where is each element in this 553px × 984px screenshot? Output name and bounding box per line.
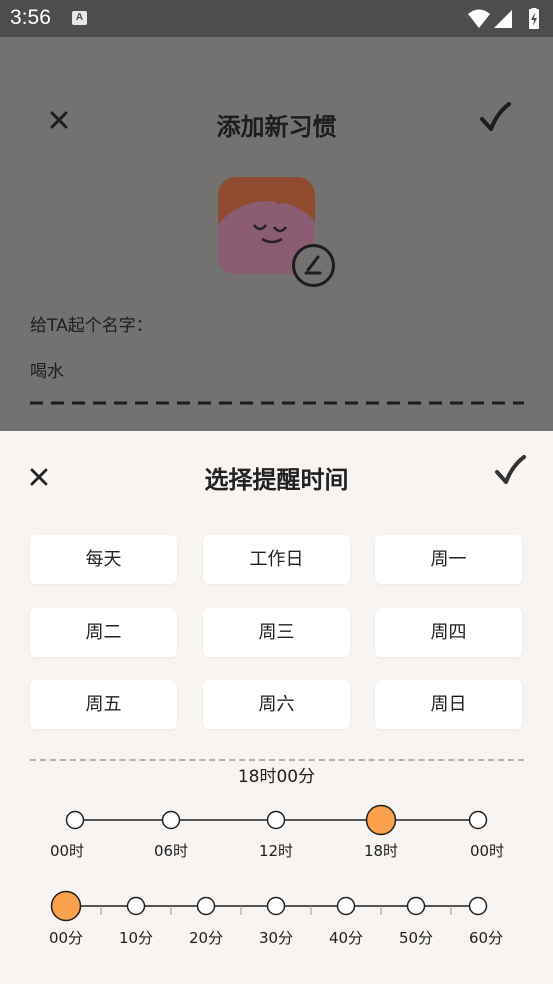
hour-label: 00时 [49, 842, 85, 860]
day-option-thursday[interactable]: 周四 [375, 608, 522, 657]
day-option-wednesday[interactable]: 周三 [203, 608, 350, 657]
check-icon[interactable] [478, 101, 512, 135]
minute-stop-4[interactable] [336, 896, 356, 916]
minute-slider[interactable] [0, 889, 553, 925]
day-option-saturday[interactable]: 周六 [203, 680, 350, 729]
signal-icon [494, 10, 512, 28]
wifi-icon [468, 9, 490, 28]
hour-stop-2[interactable] [266, 810, 286, 830]
day-option-sunday[interactable]: 周日 [375, 680, 522, 729]
minute-stop-2[interactable] [196, 896, 216, 916]
minute-label: 40分 [328, 929, 364, 947]
minute-label: 10分 [118, 929, 154, 947]
status-bar: 3:56 A [0, 0, 553, 37]
hour-stop-4[interactable] [468, 810, 488, 830]
day-option-everyday[interactable]: 每天 [30, 535, 177, 584]
battery-charging-icon [529, 8, 539, 29]
hour-label: 06时 [153, 842, 189, 860]
day-option-tuesday[interactable]: 周二 [30, 608, 177, 657]
minute-label: 30分 [258, 929, 294, 947]
name-underline [30, 401, 524, 405]
name-input[interactable]: 喝水 [30, 357, 64, 382]
page-title: 添加新习惯 [216, 113, 337, 141]
hour-label: 00时 [469, 842, 505, 860]
hour-label: 18时 [363, 842, 399, 860]
minute-stop-5[interactable] [406, 896, 426, 916]
status-icons [468, 8, 539, 29]
minute-slider-thumb[interactable] [50, 890, 82, 922]
minute-label: 20分 [188, 929, 224, 947]
hour-stop-1[interactable] [161, 810, 181, 830]
add-habit-page: 添加新习惯 给TA起个名字： 喝水 [0, 37, 553, 431]
hour-stop-0[interactable] [65, 810, 85, 830]
hour-slider-thumb[interactable] [365, 804, 397, 836]
day-option-friday[interactable]: 周五 [30, 680, 177, 729]
minute-label: 60分 [468, 929, 504, 947]
reminder-time-sheet: 选择提醒时间 每天 工作日 周一 周二 周三 周四 周五 周六 周日 18时00… [0, 431, 553, 984]
edit-icon[interactable] [291, 243, 336, 288]
minute-label: 50分 [398, 929, 434, 947]
name-label: 给TA起个名字： [30, 316, 153, 336]
day-option-monday[interactable]: 周一 [375, 535, 522, 584]
hour-label: 12时 [258, 842, 294, 860]
notification-icon: A [72, 11, 87, 25]
minute-stop-3[interactable] [266, 896, 286, 916]
sheet-title: 选择提醒时间 [204, 466, 349, 494]
minute-label: 00分 [48, 929, 84, 947]
hour-slider[interactable] [0, 803, 553, 839]
minute-stop-1[interactable] [126, 896, 146, 916]
dashed-divider [30, 759, 524, 761]
confirm-check-icon[interactable] [493, 454, 527, 488]
selected-time: 18时00分 [237, 767, 316, 787]
minute-stop-6[interactable] [468, 896, 488, 916]
status-time: 3:56 [10, 6, 51, 29]
day-option-workdays[interactable]: 工作日 [203, 535, 350, 584]
